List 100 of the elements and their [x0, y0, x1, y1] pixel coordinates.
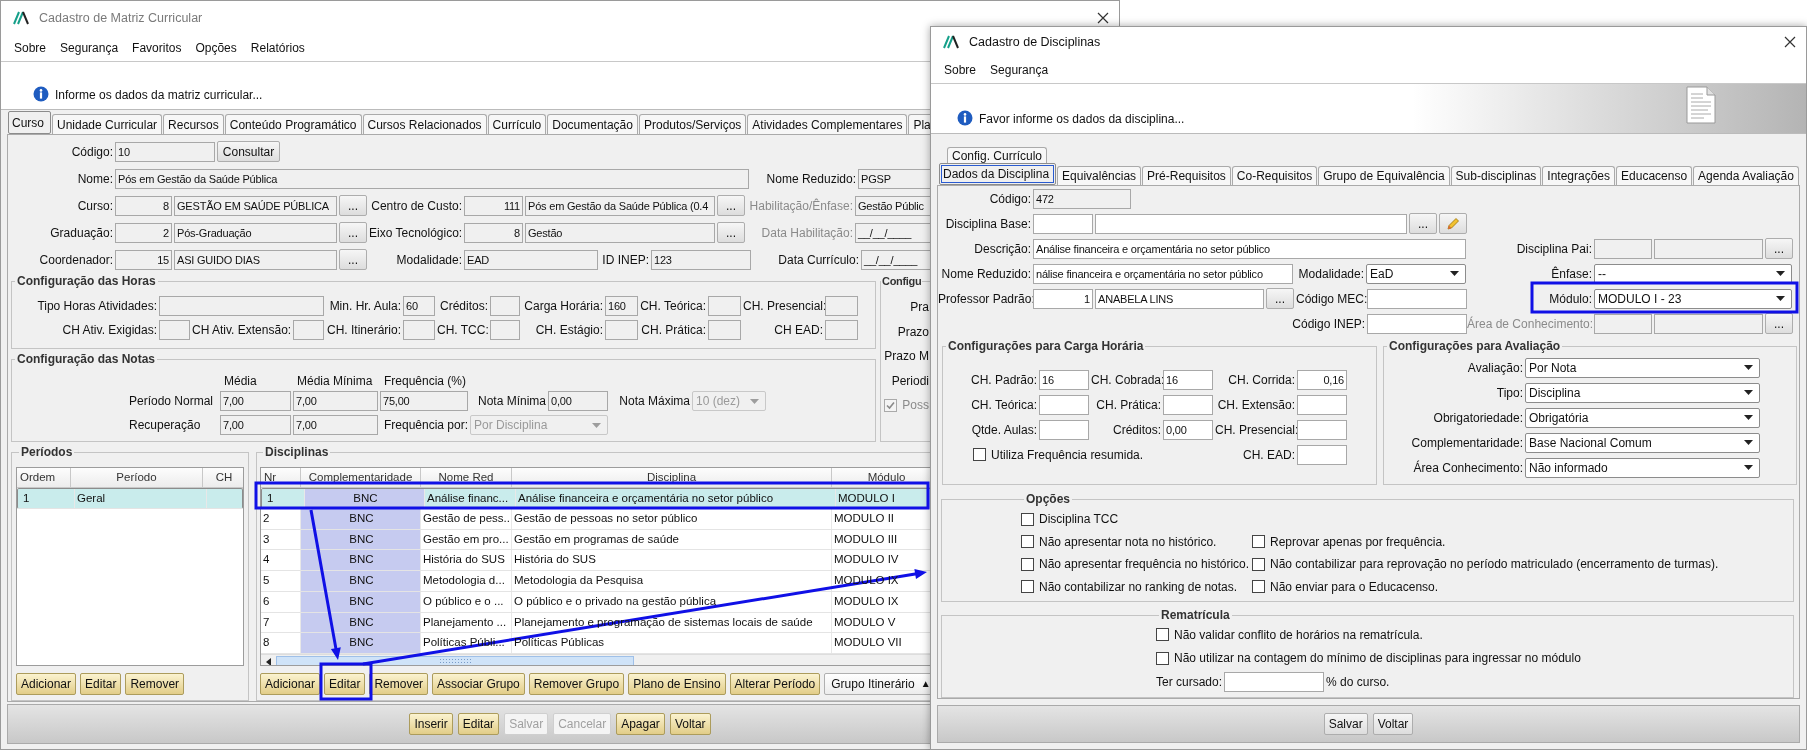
text-field[interactable]	[605, 320, 638, 340]
close-icon[interactable]	[1784, 36, 1796, 48]
checkbox[interactable]	[1156, 628, 1169, 642]
text-field[interactable]	[825, 320, 858, 340]
text-field[interactable]	[1594, 313, 1652, 334]
text-field[interactable]	[490, 320, 520, 340]
tab[interactable]: Recursos	[163, 114, 224, 134]
menu-item[interactable]: Favoritos	[125, 41, 189, 55]
dropdown[interactable]: EaD	[1366, 263, 1466, 284]
text-field[interactable]: 2	[115, 222, 172, 243]
action-button[interactable]: Adicionar	[260, 672, 321, 695]
scrollbar-thumb[interactable]	[276, 656, 634, 665]
lookup-button[interactable]: ...	[339, 195, 367, 216]
tab[interactable]: Currículo	[487, 114, 547, 134]
tab[interactable]: Dados da Disciplina	[939, 163, 1057, 185]
action-button[interactable]: Apagar	[616, 713, 665, 735]
tab[interactable]: Unidade Curricular	[52, 114, 163, 134]
checkbox[interactable]	[1021, 512, 1034, 526]
action-button[interactable]: Voltar	[1372, 713, 1414, 735]
checkbox[interactable]	[1021, 557, 1034, 571]
action-button[interactable]: Editar	[80, 672, 122, 695]
text-field[interactable]	[1654, 238, 1763, 259]
action-button[interactable]: Adicionar	[16, 672, 77, 695]
tab[interactable]: Atividades Complementares	[747, 114, 908, 134]
close-icon[interactable]	[1097, 12, 1109, 24]
text-field[interactable]: 16	[1163, 369, 1213, 390]
text-field[interactable]: GESTÃO EM SAÚDE PÚBLICA	[174, 195, 337, 216]
text-field[interactable]: Pós em Gestão da Saúde Pública (0.4	[525, 195, 715, 216]
text-field[interactable]: EAD	[464, 249, 598, 270]
tab[interactable]: Cursos Relacionados	[362, 114, 487, 134]
dropdown[interactable]: Disciplina	[1525, 382, 1760, 403]
text-field[interactable]	[708, 296, 741, 316]
tab[interactable]: Co-Requisitos	[1231, 166, 1318, 185]
action-button[interactable]: Voltar	[669, 713, 711, 735]
text-field[interactable]: 7,00	[220, 391, 291, 411]
menu-item[interactable]: Segurança	[53, 41, 126, 55]
text-field[interactable]: Gestão	[525, 222, 715, 243]
text-field[interactable]	[159, 320, 190, 340]
menu-item[interactable]: Segurança	[983, 63, 1056, 77]
column-header[interactable]: Ordem	[17, 468, 71, 487]
text-field[interactable]: Pós em Gestão da Saúde Pública	[115, 168, 749, 189]
column-header[interactable]: CH	[203, 468, 243, 487]
text-field[interactable]	[1297, 419, 1347, 440]
lookup-button[interactable]: ...	[1765, 313, 1793, 334]
text-field[interactable]	[293, 320, 324, 340]
tab[interactable]: Pré-Requisitos	[1142, 166, 1231, 185]
text-field[interactable]	[490, 296, 520, 316]
action-button[interactable]: Inserir	[409, 713, 453, 735]
tab[interactable]: Grupo de Equivalência	[1318, 166, 1450, 185]
column-header[interactable]: Nr	[261, 468, 301, 487]
column-header[interactable]: Nome Red	[421, 468, 512, 487]
action-button[interactable]: Remover Grupo	[528, 672, 625, 695]
action-button[interactable]: Associar Grupo	[432, 672, 525, 695]
table-row[interactable]: 1 Geral	[17, 488, 243, 509]
dropdown[interactable]: --	[1594, 263, 1792, 284]
lookup-button[interactable]: ...	[717, 222, 745, 243]
text-field[interactable]: 0,16	[1297, 369, 1347, 390]
menu-item[interactable]: Sobre	[7, 41, 54, 55]
text-field[interactable]	[1297, 394, 1347, 415]
lookup-button[interactable]: ...	[1765, 238, 1793, 259]
action-button[interactable]: Editar	[324, 672, 366, 695]
dropdown[interactable]: Obrigatória	[1525, 407, 1760, 428]
text-field[interactable]	[403, 320, 435, 340]
tab[interactable]: Curso	[8, 111, 51, 134]
tab[interactable]: Integrações	[1542, 166, 1616, 185]
dropdown[interactable]: Por Nota	[1525, 357, 1760, 378]
action-button[interactable]: Remover	[369, 672, 429, 695]
lookup-button[interactable]: Consultar	[217, 141, 280, 162]
text-field[interactable]: 16	[1039, 369, 1089, 390]
checkbox[interactable]	[973, 448, 986, 461]
action-button[interactable]: Alterar Período	[729, 672, 821, 695]
text-field[interactable]: 75,00	[380, 391, 468, 411]
menu-item[interactable]: Sobre	[937, 63, 984, 77]
text-field[interactable]	[825, 296, 858, 316]
edit-button[interactable]	[1439, 213, 1467, 234]
text-field[interactable]: ASI GUIDO DIAS	[174, 249, 337, 270]
checkbox[interactable]	[1021, 580, 1034, 594]
text-field[interactable]	[1594, 238, 1652, 259]
column-header[interactable]: Período	[71, 468, 203, 487]
text-field[interactable]: Pós-Graduação	[174, 222, 337, 243]
text-field[interactable]	[1224, 671, 1325, 692]
menu-item[interactable]: Opções	[188, 41, 244, 55]
column-header[interactable]: Complementaridade	[301, 468, 421, 487]
action-button[interactable]: Remover	[125, 672, 185, 695]
text-field[interactable]: Análise financeira e orçamentária no setor público	[1033, 238, 1466, 259]
tab[interactable]: Conteúdo Programático	[224, 114, 362, 134]
text-field[interactable]: 8	[115, 195, 172, 216]
text-field[interactable]	[1367, 313, 1467, 334]
checkbox[interactable]	[1021, 535, 1034, 549]
text-field[interactable]: 160	[605, 296, 638, 316]
lookup-button[interactable]: ...	[717, 195, 745, 216]
text-field[interactable]	[1033, 213, 1093, 234]
tab[interactable]: Educacenso	[1616, 166, 1693, 185]
text-field[interactable]	[1095, 213, 1407, 234]
text-field[interactable]: 7,00	[293, 415, 378, 435]
tab[interactable]: Agenda Avaliação	[1693, 166, 1799, 185]
text-field[interactable]	[1367, 288, 1467, 309]
text-field[interactable]: 60	[403, 296, 435, 316]
text-field[interactable]: 7,00	[220, 415, 291, 435]
text-field[interactable]: 7,00	[293, 391, 378, 411]
